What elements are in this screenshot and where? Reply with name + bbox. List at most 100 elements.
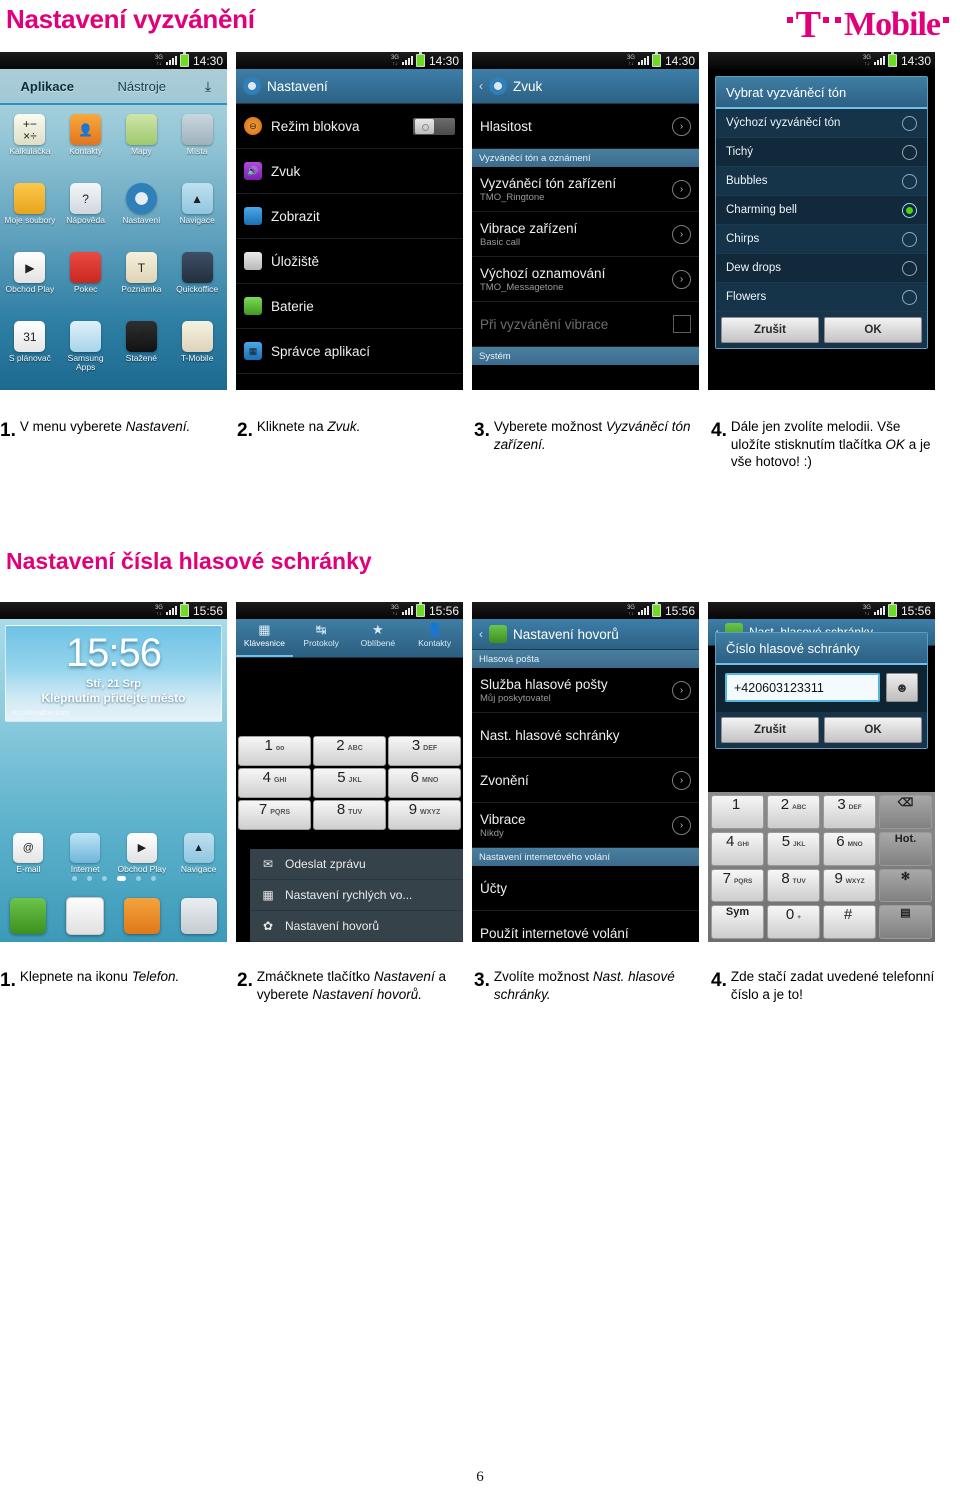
app-icon-obchod-play[interactable]: ▶ Obchod Play bbox=[2, 247, 58, 316]
chevron-right-icon[interactable]: › bbox=[672, 815, 691, 835]
app-icon-nastaven-[interactable]: Nastavení bbox=[114, 178, 170, 247]
keypad-key-7[interactable]: 7 PQRS bbox=[711, 868, 764, 903]
menu-item-nastaven-rychl-ch-vo-[interactable]: ▦ Nastavení rychlých vo... bbox=[250, 880, 463, 911]
chevron-right-icon[interactable]: › bbox=[672, 116, 691, 136]
ringtone-option[interactable]: Bubbles bbox=[716, 167, 927, 196]
list-item[interactable]: Použít internetové volání bbox=[472, 911, 699, 942]
app-icon-quickoffice[interactable]: Quickoffice bbox=[169, 247, 225, 316]
settings-row-baterie[interactable]: Baterie bbox=[236, 284, 463, 329]
radio-button[interactable] bbox=[902, 231, 917, 247]
radio-button[interactable] bbox=[902, 115, 917, 131]
ringtone-option[interactable]: Charming bell bbox=[716, 196, 927, 225]
settings-row-zvuk[interactable]: 🔊 Zvuk bbox=[236, 149, 463, 194]
dial-key-7[interactable]: 7 PQRS bbox=[238, 800, 311, 830]
keypad-key-8[interactable]: 8 TUV bbox=[767, 868, 820, 903]
app-drawer-icon[interactable] bbox=[180, 898, 217, 934]
settings-row-re-im-blokova[interactable]: ⊖ Režim blokova bbox=[236, 104, 463, 149]
back-arrow-icon[interactable]: ‹ bbox=[479, 627, 483, 641]
ok-button[interactable]: OK bbox=[824, 717, 922, 743]
list-item[interactable]: Při vyzvánění vibrace bbox=[472, 302, 699, 347]
dial-key-5[interactable]: 5 JKL bbox=[313, 768, 386, 798]
app-icon-samsung-apps[interactable]: Samsung Apps bbox=[58, 316, 114, 385]
dial-key-1[interactable]: 1 oo bbox=[238, 736, 311, 766]
app-icon-kontakty[interactable]: 👤 Kontakty bbox=[58, 109, 114, 178]
list-item[interactable]: Vibrace zařízení Basic call › bbox=[472, 212, 699, 257]
download-icon[interactable]: ⤓ bbox=[189, 78, 227, 95]
settings-row-spr-vce-aplikac-[interactable]: ▦ Správce aplikací bbox=[236, 329, 463, 374]
app-icon-navigace[interactable]: ▲ Navigace bbox=[169, 178, 225, 247]
clock-weather-widget[interactable]: 15:56 Stř, 21 Srp Klepnutím přidejte měs… bbox=[5, 625, 222, 722]
dial-key-6[interactable]: 6 MNO bbox=[388, 768, 461, 798]
radio-button[interactable] bbox=[902, 289, 917, 305]
tab-nastroje[interactable]: Nástroje bbox=[95, 79, 190, 94]
list-item[interactable]: Vyzváněcí tón zařízení TMO_Ringtone › bbox=[472, 167, 699, 212]
radio-button[interactable] bbox=[902, 202, 917, 218]
keypad-key-1[interactable]: 1 bbox=[711, 795, 764, 829]
keypad-key-4[interactable]: 4 GHI bbox=[711, 831, 764, 866]
contact-picker-icon[interactable]: ☻ bbox=[886, 673, 918, 702]
menu-item-nastaven-hovor-[interactable]: ✿ Nastavení hovorů bbox=[250, 911, 463, 942]
contacts-icon[interactable] bbox=[123, 898, 160, 934]
keypad-key-⌫[interactable]: ⌫ bbox=[879, 795, 932, 829]
settings-row-zobrazit[interactable]: Zobrazit bbox=[236, 194, 463, 239]
list-item[interactable]: Zvonění › bbox=[472, 758, 699, 803]
chevron-right-icon[interactable]: › bbox=[672, 680, 691, 700]
ok-button[interactable]: OK bbox=[824, 317, 922, 343]
voicemail-number-input[interactable]: +420603123311 bbox=[725, 673, 880, 702]
dialer-tab-obl-ben-[interactable]: ★ Oblíbené bbox=[350, 619, 407, 657]
widget-add-city[interactable]: Klepnutím přidejte město bbox=[6, 691, 221, 705]
dial-display[interactable] bbox=[236, 658, 463, 734]
ringtone-option[interactable]: Dew drops bbox=[716, 254, 927, 283]
list-item[interactable]: Vibrace Nikdy › bbox=[472, 803, 699, 848]
phone-icon[interactable] bbox=[10, 898, 47, 934]
checkbox[interactable] bbox=[673, 315, 691, 333]
keypad-key-✻[interactable]: ✻ bbox=[879, 868, 932, 903]
dialer-tab-protokoly[interactable]: ↹ Protokoly bbox=[293, 619, 350, 657]
keypad-key-6[interactable]: 6 MNO bbox=[823, 831, 876, 866]
cancel-button[interactable]: Zrušit bbox=[721, 317, 819, 343]
dial-key-8[interactable]: 8 TUV bbox=[313, 800, 386, 830]
keypad-key-▤[interactable]: ▤ bbox=[879, 905, 932, 939]
ringtone-option[interactable]: Tichý bbox=[716, 138, 927, 167]
list-item[interactable]: Hlasitost › bbox=[472, 104, 699, 149]
keypad-key-Hot.[interactable]: Hot. bbox=[879, 831, 932, 866]
list-item[interactable]: Účty bbox=[472, 866, 699, 911]
list-item[interactable]: Výchozí oznamování TMO_Messagetone › bbox=[472, 257, 699, 302]
app-icon-kalkula-ka[interactable]: +− ×÷ Kalkulačka bbox=[2, 109, 58, 178]
messages-icon[interactable] bbox=[66, 897, 105, 935]
app-icon-n-pov-da[interactable]: ? Nápověda bbox=[58, 178, 114, 247]
chevron-right-icon[interactable]: › bbox=[672, 224, 691, 244]
menu-item-odeslat-zpr-vu[interactable]: ✉ Odeslat zprávu bbox=[250, 849, 463, 880]
keypad-key-9[interactable]: 9 WXYZ bbox=[823, 868, 876, 903]
keypad-key-3[interactable]: 3 DEF bbox=[823, 795, 876, 829]
dialer-tab-kl-vesnice[interactable]: ▦ Klávesnice bbox=[236, 619, 293, 657]
app-icon-t-mobile[interactable]: T-Mobile bbox=[169, 316, 225, 385]
dial-key-9[interactable]: 9 WXYZ bbox=[388, 800, 461, 830]
dial-key-3[interactable]: 3 DEF bbox=[388, 736, 461, 766]
list-item[interactable]: Nast. hlasové schránky bbox=[472, 713, 699, 758]
chevron-right-icon[interactable]: › bbox=[672, 179, 691, 199]
tab-aplikace[interactable]: Aplikace bbox=[0, 79, 95, 94]
app-icon-pokec[interactable]: Pokec bbox=[58, 247, 114, 316]
chevron-right-icon[interactable]: › bbox=[672, 269, 691, 289]
app-icon-pozn-mka[interactable]: T Poznámka bbox=[114, 247, 170, 316]
ringtone-option[interactable]: Výchozí vyzváněcí tón bbox=[716, 109, 927, 138]
cancel-button[interactable]: Zrušit bbox=[721, 717, 819, 743]
dialer-tab-kontakty[interactable]: 👤 Kontakty bbox=[406, 619, 463, 657]
blocking-mode-toggle[interactable] bbox=[413, 117, 455, 135]
keypad-key-0[interactable]: 0 + bbox=[767, 905, 820, 939]
keypad-key-2[interactable]: 2 ABC bbox=[767, 795, 820, 829]
radio-button[interactable] bbox=[902, 260, 917, 276]
app-icon-moje-soubory[interactable]: Moje soubory bbox=[2, 178, 58, 247]
app-icon-m-sta[interactable]: Místa bbox=[169, 109, 225, 178]
back-arrow-icon[interactable]: ‹ bbox=[479, 79, 483, 93]
radio-button[interactable] bbox=[902, 173, 917, 189]
dial-key-2[interactable]: 2 ABC bbox=[313, 736, 386, 766]
ringtone-option[interactable]: Flowers bbox=[716, 283, 927, 312]
settings-row--lo-i-t-[interactable]: Úložiště bbox=[236, 239, 463, 284]
ringtone-option[interactable]: Chirps bbox=[716, 225, 927, 254]
dial-key-4[interactable]: 4 GHI bbox=[238, 768, 311, 798]
app-icon-mapy[interactable]: Mapy bbox=[114, 109, 170, 178]
app-icon-sta-en-[interactable]: ⬇ Stažené bbox=[114, 316, 170, 385]
list-item[interactable]: Služba hlasové pošty Můj poskytovatel › bbox=[472, 668, 699, 713]
